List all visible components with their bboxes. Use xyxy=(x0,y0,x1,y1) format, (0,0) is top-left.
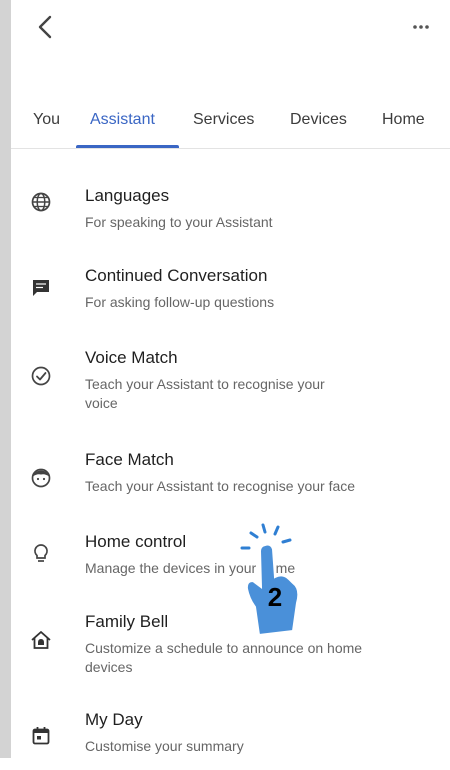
tab-you[interactable]: You xyxy=(33,111,60,129)
left-sidebar-strip xyxy=(0,0,11,758)
tab-devices[interactable]: Devices xyxy=(290,111,347,129)
chat-icon xyxy=(33,280,49,296)
tab-home[interactable]: Home xyxy=(382,111,425,129)
setting-title: Home control xyxy=(85,532,187,551)
setting-title: Family Bell xyxy=(85,612,169,631)
tab-assistant[interactable]: Assistant xyxy=(90,111,155,129)
setting-my-day[interactable]: My Day Customise your summary xyxy=(11,710,450,770)
setting-title: My Day xyxy=(85,710,143,729)
setting-voice-match[interactable]: Voice Match Teach your Assistant to reco… xyxy=(11,348,450,418)
globe-icon xyxy=(31,192,51,212)
more-horizontal-icon xyxy=(413,25,429,29)
more-options-button[interactable] xyxy=(406,12,436,42)
setting-continued-conversation[interactable]: Continued Conversation For asking follow… xyxy=(11,266,450,326)
home-bell-icon xyxy=(31,631,51,649)
setting-subtitle: Customise your summary xyxy=(85,738,244,754)
setting-subtitle: For speaking to your Assistant xyxy=(85,214,273,230)
setting-title: Voice Match xyxy=(85,348,178,367)
setting-family-bell[interactable]: Family Bell Customize a schedule to anno… xyxy=(11,612,450,682)
setting-title: Face Match xyxy=(85,450,174,469)
setting-title: Continued Conversation xyxy=(85,266,268,285)
tab-bar: You Assistant Services Devices Home xyxy=(11,100,450,149)
top-bar xyxy=(11,0,450,60)
back-button[interactable] xyxy=(31,12,61,42)
step-number-badge: 2 xyxy=(267,582,283,612)
active-tab-indicator xyxy=(76,145,179,148)
setting-face-match[interactable]: Face Match Teach your Assistant to recog… xyxy=(11,450,450,510)
setting-languages[interactable]: Languages For speaking to your Assistant xyxy=(11,186,450,246)
tab-services[interactable]: Services xyxy=(193,111,254,129)
setting-subtitle: Customize a schedule to announce on home… xyxy=(85,640,363,675)
voice-match-icon xyxy=(31,366,51,386)
face-icon xyxy=(31,468,51,488)
lightbulb-icon xyxy=(34,544,48,562)
setting-home-control[interactable]: Home control Manage the devices in your … xyxy=(11,532,450,592)
calendar-icon xyxy=(32,727,50,745)
setting-subtitle: Teach your Assistant to recognise your v… xyxy=(85,376,325,411)
setting-subtitle: Teach your Assistant to recognise your f… xyxy=(85,478,356,494)
setting-subtitle: For asking follow-up questions xyxy=(85,294,275,310)
setting-title: Languages xyxy=(85,186,170,205)
chevron-left-icon xyxy=(38,15,52,39)
